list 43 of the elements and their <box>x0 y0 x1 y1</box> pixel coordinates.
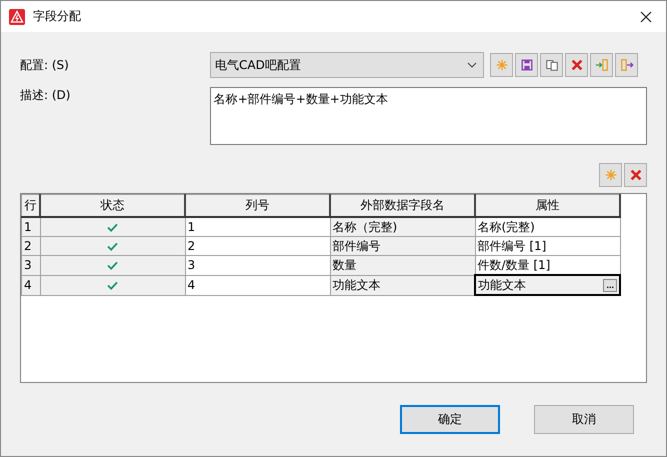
cancel-button[interactable]: 取消 <box>534 405 634 434</box>
row-number: 1 <box>22 217 40 236</box>
selected-cell[interactable]: 功能文本 ... <box>475 275 620 295</box>
row-number: 4 <box>22 275 40 295</box>
table-cell: 1 <box>185 217 330 236</box>
column-header[interactable]: 外部数据字段名 <box>330 194 475 217</box>
copy-button[interactable] <box>540 53 563 77</box>
close-icon[interactable] <box>640 10 652 22</box>
window-title: 字段分配 <box>33 8 82 25</box>
column-header[interactable]: 状态 <box>40 194 185 217</box>
cross-icon <box>628 168 642 182</box>
table-cell: 3 <box>185 256 330 275</box>
ok-button[interactable]: 确定 <box>400 405 500 434</box>
description-label: 描述: (D) <box>20 87 72 104</box>
column-header[interactable]: 列号 <box>185 194 330 217</box>
table-cell: 名称（完整) <box>330 217 475 236</box>
column-header[interactable]: 行 <box>22 194 40 217</box>
cross-icon <box>570 58 584 72</box>
arrow-out-icon <box>620 58 634 72</box>
table-cell: 数量 <box>330 256 475 275</box>
description-field[interactable]: 名称+部件编号+数量+功能文本 <box>210 87 647 145</box>
sparkle-icon <box>494 58 508 72</box>
table-cell: 功能文本 <box>330 275 475 295</box>
row-number: 3 <box>22 256 40 275</box>
table-cell: 4 <box>185 275 330 295</box>
table-cell[interactable]: 部件编号 [1] <box>475 236 620 256</box>
chevron-down-icon <box>467 62 477 68</box>
export-button[interactable] <box>615 53 638 77</box>
ellipsis-button[interactable]: ... <box>603 278 617 292</box>
table-cell[interactable]: 名称(完整) <box>475 217 620 236</box>
sparkle-icon <box>604 168 618 182</box>
delete-button[interactable] <box>624 163 647 187</box>
config-dropdown[interactable]: 电气CAD吧配置 <box>210 52 484 78</box>
table-cell: 2 <box>185 236 330 256</box>
save-button[interactable] <box>515 53 538 77</box>
table-cell: 部件编号 <box>330 236 475 256</box>
config-label: 配置: (S) <box>20 56 70 74</box>
warning-icon <box>9 8 25 24</box>
arrow-in-icon <box>594 58 608 72</box>
delete-button[interactable] <box>565 53 588 77</box>
row-number: 2 <box>22 236 40 256</box>
column-header[interactable]: 属性 <box>475 194 620 217</box>
copy-icon <box>544 58 558 72</box>
